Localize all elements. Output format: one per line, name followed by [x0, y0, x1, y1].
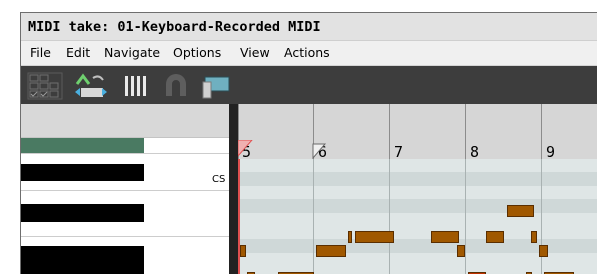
note-name-label: CS [212, 174, 226, 185]
menu-options[interactable]: Options [173, 45, 221, 60]
loop-start-marker[interactable] [238, 140, 258, 159]
midi-note[interactable] [457, 245, 465, 257]
midi-note[interactable] [531, 231, 537, 243]
menu-actions[interactable]: Actions [284, 45, 330, 60]
midi-note[interactable] [348, 231, 352, 243]
piano-keyboard[interactable]: CS [21, 138, 229, 274]
menu-view[interactable]: View [240, 45, 270, 60]
grid-checks-icon[interactable] [27, 72, 63, 100]
menu-edit[interactable]: Edit [66, 45, 90, 60]
midi-note[interactable] [539, 245, 548, 257]
notes-area[interactable] [238, 159, 597, 274]
menu-bar: File Edit Navigate Options View Actions [21, 41, 597, 66]
black-key[interactable] [21, 204, 144, 222]
black-key[interactable] [21, 246, 144, 274]
midi-note[interactable] [431, 231, 459, 243]
magnet-icon[interactable] [161, 72, 191, 100]
highlighted-key[interactable] [21, 138, 144, 153]
loop-end-marker[interactable] [311, 140, 331, 159]
menu-navigate[interactable]: Navigate [104, 45, 160, 60]
black-key[interactable] [21, 164, 144, 181]
toolbar [21, 66, 597, 104]
monitor-icon[interactable] [201, 72, 235, 100]
midi-note[interactable] [507, 205, 534, 217]
keyboard-header [21, 104, 229, 138]
midi-note[interactable] [316, 245, 346, 257]
window-title: MIDI take: 01-Keyboard-Recorded MIDI [28, 19, 321, 35]
timeline-ruler[interactable]: 5 6 7 8 9 [238, 104, 597, 161]
title-bar[interactable]: MIDI take: 01-Keyboard-Recorded MIDI [21, 13, 597, 41]
menu-file[interactable]: File [30, 45, 51, 60]
keyboard-divider[interactable] [229, 104, 238, 274]
midi-note[interactable] [240, 245, 246, 257]
midi-editor-window: MIDI take: 01-Keyboard-Recorded MIDI Fil… [20, 12, 597, 274]
midi-note[interactable] [355, 231, 394, 243]
midi-note[interactable] [486, 231, 504, 243]
bars-icon[interactable] [121, 72, 149, 100]
velocity-lanes-icon[interactable] [71, 72, 111, 100]
